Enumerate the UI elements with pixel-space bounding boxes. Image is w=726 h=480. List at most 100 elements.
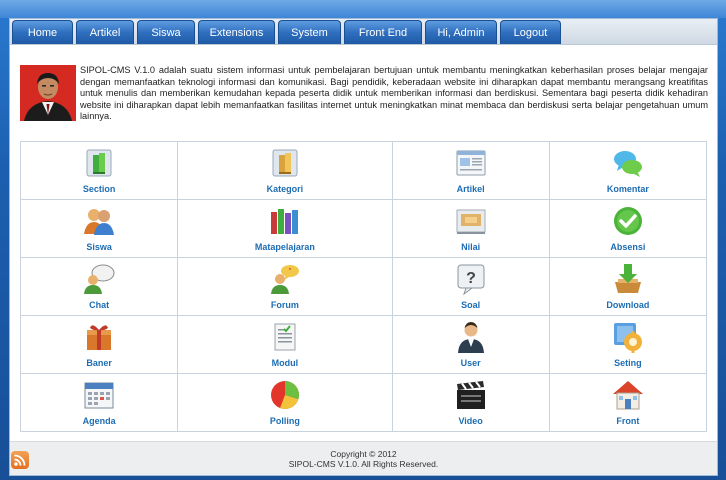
user-icon — [457, 322, 484, 353]
footer: Copyright © 2012 SIPOL-CMS V.1.0. All Ri… — [10, 441, 717, 475]
grid-row: Chat " Forum ? Soal Download — [19, 257, 708, 316]
rss-icon — [14, 454, 26, 466]
agenda-button[interactable]: Agenda — [82, 378, 116, 426]
grid-cell: Siswa — [19, 199, 179, 258]
modul-label: Modul — [271, 358, 299, 368]
seting-button[interactable]: Seting — [611, 320, 645, 368]
grid-cell: Download — [548, 257, 708, 316]
chat-button[interactable]: Chat — [82, 262, 116, 310]
admin-photo — [20, 65, 76, 121]
matapelajaran-icon — [270, 209, 298, 234]
chat-label: Chat — [89, 300, 110, 310]
grid-cell: Section — [19, 141, 179, 200]
seting-icon — [613, 323, 642, 353]
grid-cell: Nilai — [391, 199, 550, 258]
front-button[interactable]: Front — [611, 378, 645, 426]
grid-cell: Baner — [19, 315, 179, 374]
nav-home[interactable]: Home — [12, 20, 73, 44]
nilai-button[interactable]: Nilai — [454, 204, 488, 252]
section-button[interactable]: Section — [82, 146, 116, 194]
grid-cell: Polling — [177, 373, 393, 432]
modul-button[interactable]: Modul — [268, 320, 302, 368]
grid-row: Agenda Polling Video Front — [19, 373, 708, 432]
polling-label: Polling — [269, 416, 300, 426]
grid-cell: ? Soal — [391, 257, 550, 316]
intro-text: SIPOL-CMS V.1.0 adalah suatu sistem info… — [80, 65, 708, 122]
agenda-icon — [84, 382, 114, 409]
download-label: Download — [606, 300, 650, 310]
kategori-label: Kategori — [266, 184, 304, 194]
siswa-icon — [84, 209, 115, 235]
kategori-icon — [272, 149, 298, 177]
matapelajaran-button[interactable]: Matapelajaran — [255, 204, 315, 252]
grid-cell: Front — [548, 373, 708, 432]
main-frame: Home Artikel Siswa Extensions System Fro… — [9, 18, 718, 476]
nilai-icon — [456, 209, 486, 234]
nav-extensions[interactable]: Extensions — [198, 20, 275, 44]
grid-cell: Modul — [177, 315, 393, 374]
grid-cell: Absensi — [548, 199, 708, 258]
soal-label: Soal — [461, 300, 481, 310]
main-navigation: Home Artikel Siswa Extensions System Fro… — [10, 19, 717, 45]
grid-cell: Video — [391, 373, 550, 432]
siswa-label: Siswa — [86, 242, 112, 252]
nilai-label: Nilai — [461, 242, 481, 252]
absensi-icon — [613, 207, 642, 235]
soal-icon: ? — [457, 264, 485, 296]
grid-cell: Agenda — [19, 373, 179, 432]
nav-hi-admin[interactable]: Hi, Admin — [425, 20, 497, 44]
absensi-button[interactable]: Absensi — [610, 204, 645, 252]
front-label: Front — [616, 416, 640, 426]
intro-section: SIPOL-CMS V.1.0 adalah suatu sistem info… — [20, 65, 708, 141]
grid-cell: Matapelajaran — [177, 199, 393, 258]
baner-button[interactable]: Baner — [82, 320, 116, 368]
video-label: Video — [458, 416, 483, 426]
polling-button[interactable]: Polling — [268, 378, 302, 426]
forum-label: Forum — [270, 300, 299, 310]
grid-cell: User — [391, 315, 550, 374]
baner-label: Baner — [86, 358, 112, 368]
nav-logout[interactable]: Logout — [500, 20, 561, 44]
window-top-bar — [0, 0, 726, 18]
chat-icon — [84, 264, 115, 294]
user-button[interactable]: User — [454, 320, 488, 368]
modul-icon — [274, 323, 296, 351]
forum-icon: " — [270, 265, 299, 294]
matapelajaran-label: Matapelajaran — [254, 242, 315, 252]
soal-button[interactable]: ? Soal — [454, 262, 488, 310]
komentar-button[interactable]: Komentar — [607, 146, 649, 194]
user-label: User — [460, 358, 481, 368]
grid-row: Baner Modul User Seting — [19, 315, 708, 374]
nav-system[interactable]: System — [278, 20, 341, 44]
copyright: Copyright © 2012 SIPOL-CMS V.1.0. All Ri… — [10, 449, 717, 469]
komentar-icon — [613, 151, 642, 177]
seting-label: Seting — [614, 358, 642, 368]
rss-feed-button[interactable] — [11, 451, 29, 469]
download-button[interactable]: Download — [606, 262, 649, 310]
agenda-label: Agenda — [82, 416, 116, 426]
grid-row: Section Kategori Artikel Komentar — [19, 141, 708, 200]
nav-siswa[interactable]: Siswa — [137, 20, 195, 44]
absensi-label: Absensi — [610, 242, 646, 252]
nav-front-end[interactable]: Front End — [344, 20, 422, 44]
svg-text:?: ? — [466, 270, 476, 287]
video-button[interactable]: Video — [454, 378, 488, 426]
grid-row: Siswa Matapelajaran Nilai Absensi — [19, 199, 708, 258]
svg-text:": " — [288, 267, 291, 276]
nav-artikel[interactable]: Artikel — [76, 20, 134, 44]
baner-icon — [87, 325, 112, 350]
siswa-button[interactable]: Siswa — [82, 204, 116, 252]
copyright-line: Copyright © 2012 — [330, 449, 397, 459]
forum-button[interactable]: " Forum — [268, 262, 302, 310]
dashboard-grid: Section Kategori Artikel Komentar Siswa … — [19, 141, 708, 432]
kategori-button[interactable]: Kategori — [266, 146, 304, 194]
polling-icon — [270, 381, 299, 410]
front-icon — [612, 381, 643, 410]
artikel-icon — [456, 150, 486, 176]
artikel-label: Artikel — [456, 184, 485, 194]
grid-cell: Komentar — [548, 141, 708, 200]
grid-cell: Seting — [548, 315, 708, 374]
video-icon — [456, 381, 485, 409]
artikel-button[interactable]: Artikel — [454, 146, 488, 194]
section-icon — [86, 149, 112, 177]
